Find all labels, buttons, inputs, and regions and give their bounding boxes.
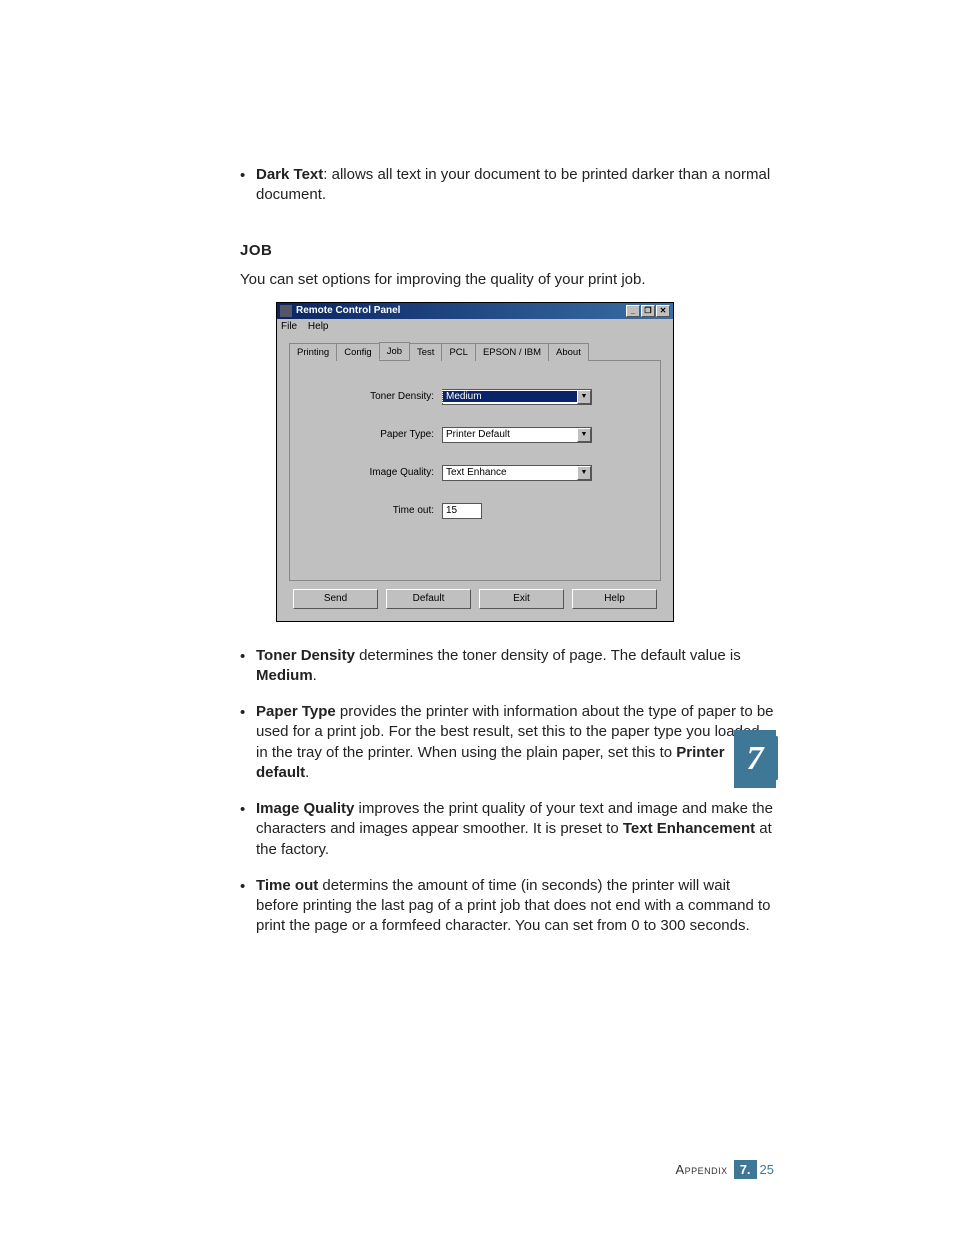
dark-text-bold: Dark Text bbox=[256, 166, 323, 183]
help-button[interactable]: Help bbox=[572, 589, 657, 609]
window-controls: _ ❐ ✕ bbox=[626, 305, 670, 317]
bullet-text: Dark Text: allows all text in your docum… bbox=[256, 165, 774, 206]
bullet-text: Paper Type provides the printer with inf… bbox=[256, 702, 774, 783]
desc-bold: Paper Type bbox=[256, 703, 336, 720]
menu-help[interactable]: Help bbox=[308, 321, 329, 332]
tab-about[interactable]: About bbox=[548, 343, 589, 361]
description-list: • Toner Density determines the toner den… bbox=[240, 646, 774, 937]
tab-printing[interactable]: Printing bbox=[289, 343, 337, 361]
bullet-dot: • bbox=[240, 702, 256, 721]
footer-page: 25 bbox=[760, 1162, 774, 1177]
desc-bold2: Text Enhancement bbox=[623, 820, 755, 837]
section-heading-job: JOB bbox=[240, 242, 774, 259]
minimize-button[interactable]: _ bbox=[626, 305, 640, 317]
bullet-text: Image Quality improves the print quality… bbox=[256, 799, 774, 860]
row-time-out: Time out: 15 bbox=[304, 503, 646, 519]
row-image-quality: Image Quality: Text Enhance ▼ bbox=[304, 465, 646, 481]
bullet-dot: • bbox=[240, 165, 256, 184]
window-title: Remote Control Panel bbox=[296, 305, 626, 316]
maximize-button[interactable]: ❐ bbox=[641, 305, 655, 317]
tab-panel-job: Toner Density: Medium ▼ Paper Type: Prin… bbox=[289, 361, 661, 581]
desc-bold: Image Quality bbox=[256, 800, 354, 817]
bullet-toner-density: • Toner Density determines the toner den… bbox=[240, 646, 774, 687]
label-image-quality: Image Quality: bbox=[304, 467, 442, 478]
paper-type-dropdown[interactable]: Printer Default ▼ bbox=[442, 427, 592, 443]
image-quality-dropdown[interactable]: Text Enhance ▼ bbox=[442, 465, 592, 481]
paper-type-value: Printer Default bbox=[443, 429, 577, 440]
close-button[interactable]: ✕ bbox=[656, 305, 670, 317]
label-toner-density: Toner Density: bbox=[304, 391, 442, 402]
time-out-input[interactable]: 15 bbox=[442, 503, 482, 519]
desc-text2: . bbox=[313, 667, 317, 684]
label-time-out: Time out: bbox=[304, 505, 442, 516]
row-paper-type: Paper Type: Printer Default ▼ bbox=[304, 427, 646, 443]
tab-pcl[interactable]: PCL bbox=[441, 343, 475, 361]
footer-label: Appendix bbox=[676, 1162, 728, 1177]
bullet-time-out: • Time out determins the amount of time … bbox=[240, 876, 774, 937]
titlebar[interactable]: Remote Control Panel _ ❐ ✕ bbox=[277, 303, 673, 319]
document-page: • Dark Text: allows all text in your doc… bbox=[0, 0, 954, 1235]
default-button[interactable]: Default bbox=[386, 589, 471, 609]
tab-strip: Printing Config Job Test PCL EPSON / IBM… bbox=[289, 342, 661, 361]
dialog-buttons: Send Default Exit Help bbox=[289, 589, 661, 609]
chevron-down-icon: ▼ bbox=[577, 466, 591, 480]
send-button[interactable]: Send bbox=[293, 589, 378, 609]
footer-chapter: 7. bbox=[734, 1160, 757, 1179]
remote-control-panel-dialog: Remote Control Panel _ ❐ ✕ File Help Pri… bbox=[276, 302, 674, 622]
desc-text2: . bbox=[305, 764, 309, 781]
bullet-dot: • bbox=[240, 646, 256, 665]
bullet-text: Toner Density determines the toner densi… bbox=[256, 646, 774, 687]
desc-text: determins the amount of time (in seconds… bbox=[256, 877, 771, 935]
bullet-dark-text: • Dark Text: allows all text in your doc… bbox=[240, 165, 774, 206]
window-icon bbox=[280, 305, 292, 317]
dialog-body: Printing Config Job Test PCL EPSON / IBM… bbox=[277, 334, 673, 621]
bullet-dot: • bbox=[240, 799, 256, 818]
dark-text-rest: : allows all text in your document to be… bbox=[256, 166, 770, 203]
page-footer: Appendix 7. 25 bbox=[676, 1160, 775, 1179]
toner-density-value: Medium bbox=[443, 391, 577, 402]
menu-file[interactable]: File bbox=[281, 321, 297, 332]
bullet-dot: • bbox=[240, 876, 256, 895]
chevron-down-icon: ▼ bbox=[577, 390, 591, 404]
tab-job[interactable]: Job bbox=[379, 342, 410, 360]
bullet-paper-type: • Paper Type provides the printer with i… bbox=[240, 702, 774, 783]
chapter-tab: 7 bbox=[734, 730, 776, 788]
image-quality-value: Text Enhance bbox=[443, 467, 577, 478]
exit-button[interactable]: Exit bbox=[479, 589, 564, 609]
bullet-image-quality: • Image Quality improves the print quali… bbox=[240, 799, 774, 860]
tab-config[interactable]: Config bbox=[336, 343, 379, 361]
desc-bold: Time out bbox=[256, 877, 318, 894]
intro-text: You can set options for improving the qu… bbox=[240, 271, 774, 288]
desc-bold2: Medium bbox=[256, 667, 313, 684]
row-toner-density: Toner Density: Medium ▼ bbox=[304, 389, 646, 405]
label-paper-type: Paper Type: bbox=[304, 429, 442, 440]
menubar: File Help bbox=[277, 319, 673, 334]
toner-density-dropdown[interactable]: Medium ▼ bbox=[442, 389, 592, 405]
tab-epson-ibm[interactable]: EPSON / IBM bbox=[475, 343, 549, 361]
bullet-text: Time out determins the amount of time (i… bbox=[256, 876, 774, 937]
chevron-down-icon: ▼ bbox=[577, 428, 591, 442]
tab-test[interactable]: Test bbox=[409, 343, 442, 361]
desc-text: determines the toner density of page. Th… bbox=[355, 647, 741, 664]
desc-bold: Toner Density bbox=[256, 647, 355, 664]
